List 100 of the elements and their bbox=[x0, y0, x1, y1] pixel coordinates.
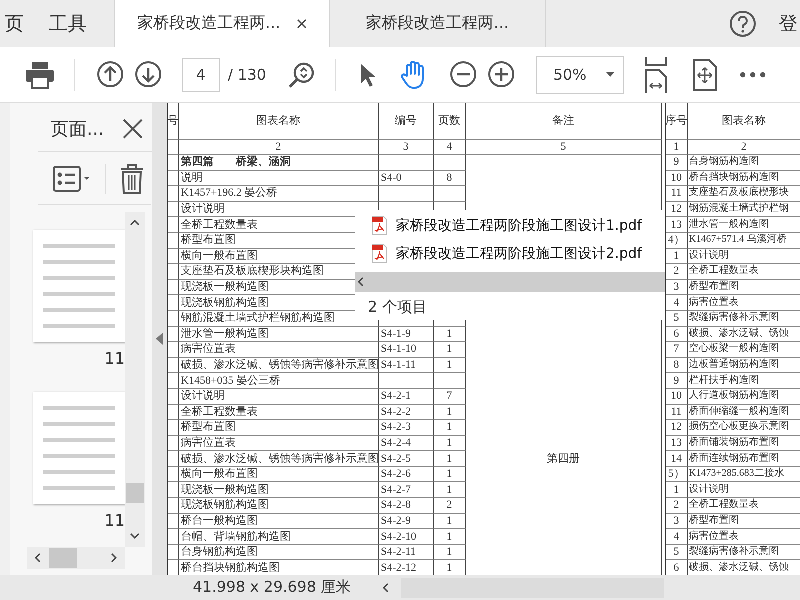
drawing-code: S4-2-5 bbox=[379, 451, 434, 467]
chevron-up-icon[interactable] bbox=[130, 220, 140, 226]
print-icon[interactable] bbox=[25, 60, 55, 88]
row-number: 11 bbox=[666, 186, 688, 202]
next-page-icon[interactable] bbox=[135, 61, 162, 88]
panel-title: 页面... bbox=[51, 118, 104, 141]
table-cell bbox=[168, 466, 179, 482]
drawing-title: K1467+571.4 乌溪河桥 bbox=[688, 232, 800, 249]
drawing-title: 桥型布置图 bbox=[688, 514, 800, 530]
column-number: 2 bbox=[688, 140, 800, 155]
menu-tab[interactable]: 页 bbox=[5, 10, 24, 36]
zoom-out-icon[interactable] bbox=[450, 61, 478, 88]
table-cell bbox=[168, 358, 179, 374]
drawing-title: 病害位置表 bbox=[688, 295, 800, 311]
table-cell bbox=[168, 264, 179, 280]
zoom-in-icon[interactable] bbox=[488, 61, 516, 88]
row-number: 4 bbox=[666, 295, 688, 311]
zoom-search-icon[interactable] bbox=[288, 60, 316, 88]
volume-note: 第四册 bbox=[466, 451, 662, 467]
row-number: 8 bbox=[666, 358, 688, 374]
drawing-code: S4-1-9 bbox=[379, 326, 434, 342]
table-cell bbox=[168, 155, 179, 171]
row-number: 7 bbox=[666, 342, 688, 358]
sign-in-link[interactable]: 登 bbox=[779, 10, 798, 36]
chevron-left-icon[interactable] bbox=[383, 582, 390, 592]
drawing-title: 裂缝病害修补示意图 bbox=[688, 544, 800, 560]
drawing-title: 桥面铺装钢筋布置图 bbox=[688, 436, 800, 452]
drawing-title: 桥台挡块钢筋构造图 bbox=[688, 170, 800, 186]
drawing-title: 台身钢筋构造图 bbox=[179, 544, 379, 560]
delete-icon[interactable] bbox=[120, 164, 144, 194]
page-count-cell: 1 bbox=[434, 436, 466, 452]
previous-page-icon[interactable] bbox=[97, 61, 124, 88]
table-cell bbox=[168, 280, 179, 296]
fit-page-icon[interactable] bbox=[644, 56, 668, 94]
table-cell bbox=[168, 342, 179, 358]
table-cell bbox=[168, 295, 179, 311]
chevron-right-icon[interactable] bbox=[111, 553, 117, 563]
page-count-cell: 7 bbox=[434, 388, 466, 404]
document-tab[interactable]: 家桥段改造工程两... bbox=[114, 0, 330, 47]
drawing-title: K1473+285.683二接水 bbox=[688, 466, 800, 482]
row-number: 2 bbox=[666, 264, 688, 280]
drawing-title: 全桥工程数量表 bbox=[179, 404, 379, 420]
chevron-left-icon[interactable] bbox=[358, 277, 364, 287]
vertical-scrollbar[interactable] bbox=[125, 212, 145, 547]
column-number: 2 bbox=[179, 140, 379, 155]
drawing-title: 破损、渗水泛碱、锈蚀 bbox=[688, 326, 800, 342]
row-number: 9 bbox=[666, 373, 688, 389]
drawing-title: 泄水管一般构造图 bbox=[688, 217, 800, 233]
table-cell bbox=[168, 373, 179, 389]
horizontal-scrollbar[interactable] bbox=[27, 547, 125, 569]
table-cell bbox=[168, 514, 179, 530]
close-icon[interactable] bbox=[296, 18, 307, 28]
drawing-title: 现浇板一般构造图 bbox=[179, 482, 379, 498]
page-thumbnail[interactable] bbox=[33, 230, 125, 342]
row-number: 14 bbox=[666, 451, 688, 467]
drawing-title: 桥面伸缩缝一般构造图 bbox=[688, 404, 800, 420]
row-number: 1 bbox=[666, 248, 688, 264]
drawing-title: 设计说明 bbox=[179, 388, 379, 404]
page-count-cell: 1 bbox=[434, 544, 466, 560]
drawing-title: 支座垫石及板底楔形块 bbox=[688, 186, 800, 202]
page-thumbnail[interactable] bbox=[33, 392, 125, 504]
drawing-title: 病害位置表 bbox=[688, 529, 800, 545]
page-number-field[interactable]: 4 bbox=[182, 58, 220, 92]
row-number: 9 bbox=[666, 155, 688, 171]
page-count-cell: 1 bbox=[434, 514, 466, 530]
table-cell bbox=[168, 436, 179, 452]
row-number: 10 bbox=[666, 388, 688, 404]
drawing-title: 全桥工程数量表 bbox=[688, 264, 800, 280]
page-label: 11 bbox=[104, 350, 125, 368]
drawing-title: 现浇板钢筋构造图 bbox=[179, 498, 379, 514]
table-cell bbox=[168, 420, 179, 436]
drawing-code: S4-2-9 bbox=[379, 514, 434, 530]
drawing-code: S4-2-2 bbox=[379, 404, 434, 420]
collapse-triangle-icon[interactable] bbox=[156, 333, 163, 345]
drawing-code: S4-2-1 bbox=[379, 388, 434, 404]
scrollbar-thumb[interactable] bbox=[126, 483, 144, 503]
drawing-title: 横向一般布置图 bbox=[179, 466, 379, 482]
menu-tab[interactable]: 工具 bbox=[49, 10, 87, 36]
drawing-title: 边板普通钢筋构造图 bbox=[688, 358, 800, 374]
page-count: / 130 bbox=[228, 66, 266, 84]
page-count-cell: 1 bbox=[434, 466, 466, 482]
close-icon[interactable] bbox=[122, 118, 144, 140]
row-number: 13 bbox=[666, 217, 688, 233]
pointer-icon[interactable] bbox=[358, 62, 378, 88]
horizontal-scrollbar[interactable] bbox=[355, 272, 665, 292]
table-cell bbox=[168, 202, 179, 218]
options-icon[interactable] bbox=[53, 166, 91, 192]
more-icon[interactable] bbox=[740, 72, 766, 78]
chevron-down-icon[interactable] bbox=[130, 533, 140, 539]
zoom-dropdown[interactable]: 50% bbox=[536, 56, 624, 94]
full-screen-icon[interactable] bbox=[692, 58, 718, 90]
drawing-code: S4-2-11 bbox=[379, 544, 434, 560]
chevron-left-icon[interactable] bbox=[35, 553, 41, 563]
help-icon[interactable] bbox=[729, 10, 757, 38]
drawing-title: 钢筋混凝土墙式护栏钢 bbox=[688, 202, 800, 218]
pdf-file-icon bbox=[372, 216, 388, 236]
scrollbar-thumb[interactable] bbox=[49, 548, 77, 568]
drawing-title: 人行道板钢筋构造图 bbox=[688, 388, 800, 404]
page-count-cell: 1 bbox=[434, 342, 466, 358]
row-number: 10 bbox=[666, 170, 688, 186]
